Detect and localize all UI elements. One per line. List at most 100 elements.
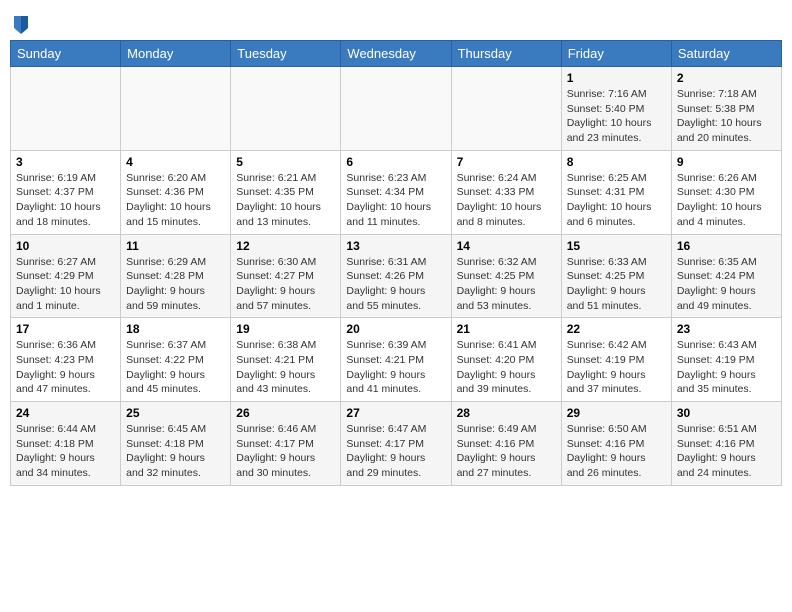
day-number: 7 <box>457 155 556 169</box>
day-info: Sunrise: 6:47 AM Sunset: 4:17 PM Dayligh… <box>346 422 445 481</box>
day-info: Sunrise: 6:39 AM Sunset: 4:21 PM Dayligh… <box>346 338 445 397</box>
calendar-day-cell: 18Sunrise: 6:37 AM Sunset: 4:22 PM Dayli… <box>121 318 231 402</box>
calendar-day-cell: 16 Sunrise: 6:35 AM Sunset: 4:24 PM Dayli… <box>671 234 781 318</box>
day-info: Sunrise: 6:23 AM Sunset: 4:34 PM Dayligh… <box>346 171 445 230</box>
day-of-week-header: Saturday <box>671 41 781 67</box>
day-info: Sunrise: 6:19 AM Sunset: 4:37 PM Dayligh… <box>16 171 115 230</box>
day-number: 17 <box>16 322 115 336</box>
day-number: 12 <box>236 239 335 253</box>
day-of-week-header: Friday <box>561 41 671 67</box>
day-number: 16 <box>677 239 776 253</box>
day-number: 26 <box>236 406 335 420</box>
calendar-day-cell: 6 Sunrise: 6:23 AM Sunset: 4:34 PM Daylig… <box>341 150 451 234</box>
day-number: 10 <box>16 239 115 253</box>
day-number: 2 <box>677 71 776 85</box>
day-info: Sunrise: 6:41 AM Sunset: 4:20 PM Dayligh… <box>457 338 556 397</box>
day-number: 14 <box>457 239 556 253</box>
calendar-day-cell: 25 Sunrise: 6:45 AM Sunset: 4:18 PM Dayli… <box>121 402 231 486</box>
day-info: Sunrise: 6:44 AM Sunset: 4:18 PM Dayligh… <box>16 422 115 481</box>
calendar-day-cell: 8 Sunrise: 6:25 AM Sunset: 4:31 PM Daylig… <box>561 150 671 234</box>
calendar-day-cell: 23 Sunrise: 6:43 AM Sunset: 4:19 PM Dayli… <box>671 318 781 402</box>
calendar-day-cell: 24Sunrise: 6:44 AM Sunset: 4:18 PM Dayli… <box>11 402 121 486</box>
logo <box>10 14 30 32</box>
day-number: 8 <box>567 155 666 169</box>
calendar-day-cell: 3 Sunrise: 6:19 AM Sunset: 4:37 PM Daylig… <box>11 150 121 234</box>
calendar-day-cell: 1Sunrise: 7:16 AM Sunset: 5:40 PM Daylig… <box>561 67 671 151</box>
logo-icon <box>12 14 30 36</box>
day-number: 28 <box>457 406 556 420</box>
day-info: Sunrise: 6:31 AM Sunset: 4:26 PM Dayligh… <box>346 255 445 314</box>
calendar-day-cell: 12 Sunrise: 6:30 AM Sunset: 4:27 PM Dayli… <box>231 234 341 318</box>
calendar-week-row: 17 Sunrise: 6:36 AM Sunset: 4:23 PM Dayli… <box>11 318 782 402</box>
calendar-day-cell: 21 Sunrise: 6:41 AM Sunset: 4:20 PM Dayli… <box>451 318 561 402</box>
day-number: 20 <box>346 322 445 336</box>
day-info: Sunrise: 6:50 AM Sunset: 4:16 PM Dayligh… <box>567 422 666 481</box>
day-of-week-header: Tuesday <box>231 41 341 67</box>
day-info: Sunrise: 6:42 AM Sunset: 4:19 PM Dayligh… <box>567 338 666 397</box>
day-of-week-header: Wednesday <box>341 41 451 67</box>
calendar-day-cell: 28Sunrise: 6:49 AM Sunset: 4:16 PM Dayli… <box>451 402 561 486</box>
day-info: Sunrise: 6:45 AM Sunset: 4:18 PM Dayligh… <box>126 422 225 481</box>
calendar-header-row: SundayMondayTuesdayWednesdayThursdayFrid… <box>11 41 782 67</box>
day-info: Sunrise: 6:30 AM Sunset: 4:27 PM Dayligh… <box>236 255 335 314</box>
day-info: Sunrise: 7:16 AM Sunset: 5:40 PM Dayligh… <box>567 87 666 146</box>
day-info: Sunrise: 6:29 AM Sunset: 4:28 PM Dayligh… <box>126 255 225 314</box>
day-number: 25 <box>126 406 225 420</box>
calendar-week-row: 24Sunrise: 6:44 AM Sunset: 4:18 PM Dayli… <box>11 402 782 486</box>
day-number: 19 <box>236 322 335 336</box>
calendar-day-cell: 10 Sunrise: 6:27 AM Sunset: 4:29 PM Dayli… <box>11 234 121 318</box>
day-number: 4 <box>126 155 225 169</box>
calendar-day-cell <box>341 67 451 151</box>
day-number: 13 <box>346 239 445 253</box>
day-number: 21 <box>457 322 556 336</box>
day-number: 30 <box>677 406 776 420</box>
day-info: Sunrise: 6:43 AM Sunset: 4:19 PM Dayligh… <box>677 338 776 397</box>
day-number: 27 <box>346 406 445 420</box>
calendar-day-cell: 15Sunrise: 6:33 AM Sunset: 4:25 PM Dayli… <box>561 234 671 318</box>
calendar-week-row: 3 Sunrise: 6:19 AM Sunset: 4:37 PM Daylig… <box>11 150 782 234</box>
calendar-day-cell <box>451 67 561 151</box>
day-number: 9 <box>677 155 776 169</box>
calendar-day-cell: 13 Sunrise: 6:31 AM Sunset: 4:26 PM Dayli… <box>341 234 451 318</box>
calendar-day-cell: 14 Sunrise: 6:32 AM Sunset: 4:25 PM Dayli… <box>451 234 561 318</box>
day-info: Sunrise: 6:26 AM Sunset: 4:30 PM Dayligh… <box>677 171 776 230</box>
day-number: 23 <box>677 322 776 336</box>
day-number: 5 <box>236 155 335 169</box>
day-info: Sunrise: 6:20 AM Sunset: 4:36 PM Dayligh… <box>126 171 225 230</box>
day-info: Sunrise: 6:25 AM Sunset: 4:31 PM Dayligh… <box>567 171 666 230</box>
calendar-day-cell <box>121 67 231 151</box>
day-of-week-header: Thursday <box>451 41 561 67</box>
day-info: Sunrise: 6:32 AM Sunset: 4:25 PM Dayligh… <box>457 255 556 314</box>
day-info: Sunrise: 6:51 AM Sunset: 4:16 PM Dayligh… <box>677 422 776 481</box>
calendar-day-cell: 7 Sunrise: 6:24 AM Sunset: 4:33 PM Daylig… <box>451 150 561 234</box>
calendar-day-cell: 20 Sunrise: 6:39 AM Sunset: 4:21 PM Dayli… <box>341 318 451 402</box>
day-number: 15 <box>567 239 666 253</box>
calendar-day-cell: 4 Sunrise: 6:20 AM Sunset: 4:36 PM Daylig… <box>121 150 231 234</box>
calendar-day-cell: 2Sunrise: 7:18 AM Sunset: 5:38 PM Daylig… <box>671 67 781 151</box>
day-info: Sunrise: 6:35 AM Sunset: 4:24 PM Dayligh… <box>677 255 776 314</box>
day-of-week-header: Monday <box>121 41 231 67</box>
calendar-day-cell: 5 Sunrise: 6:21 AM Sunset: 4:35 PM Daylig… <box>231 150 341 234</box>
calendar-day-cell: 27 Sunrise: 6:47 AM Sunset: 4:17 PM Dayli… <box>341 402 451 486</box>
calendar-day-cell: 22Sunrise: 6:42 AM Sunset: 4:19 PM Dayli… <box>561 318 671 402</box>
calendar-day-cell: 19 Sunrise: 6:38 AM Sunset: 4:21 PM Dayli… <box>231 318 341 402</box>
calendar-day-cell <box>231 67 341 151</box>
calendar-day-cell <box>11 67 121 151</box>
calendar-day-cell: 11 Sunrise: 6:29 AM Sunset: 4:28 PM Dayli… <box>121 234 231 318</box>
calendar: SundayMondayTuesdayWednesdayThursdayFrid… <box>10 40 782 486</box>
calendar-week-row: 10 Sunrise: 6:27 AM Sunset: 4:29 PM Dayli… <box>11 234 782 318</box>
day-info: Sunrise: 6:27 AM Sunset: 4:29 PM Dayligh… <box>16 255 115 314</box>
page-header <box>10 10 782 32</box>
day-number: 11 <box>126 239 225 253</box>
day-info: Sunrise: 6:38 AM Sunset: 4:21 PM Dayligh… <box>236 338 335 397</box>
day-info: Sunrise: 6:36 AM Sunset: 4:23 PM Dayligh… <box>16 338 115 397</box>
day-of-week-header: Sunday <box>11 41 121 67</box>
day-number: 18 <box>126 322 225 336</box>
day-number: 3 <box>16 155 115 169</box>
day-info: Sunrise: 6:21 AM Sunset: 4:35 PM Dayligh… <box>236 171 335 230</box>
day-info: Sunrise: 6:46 AM Sunset: 4:17 PM Dayligh… <box>236 422 335 481</box>
calendar-day-cell: 26 Sunrise: 6:46 AM Sunset: 4:17 PM Dayli… <box>231 402 341 486</box>
day-info: Sunrise: 6:24 AM Sunset: 4:33 PM Dayligh… <box>457 171 556 230</box>
day-number: 6 <box>346 155 445 169</box>
calendar-day-cell: 30 Sunrise: 6:51 AM Sunset: 4:16 PM Dayli… <box>671 402 781 486</box>
